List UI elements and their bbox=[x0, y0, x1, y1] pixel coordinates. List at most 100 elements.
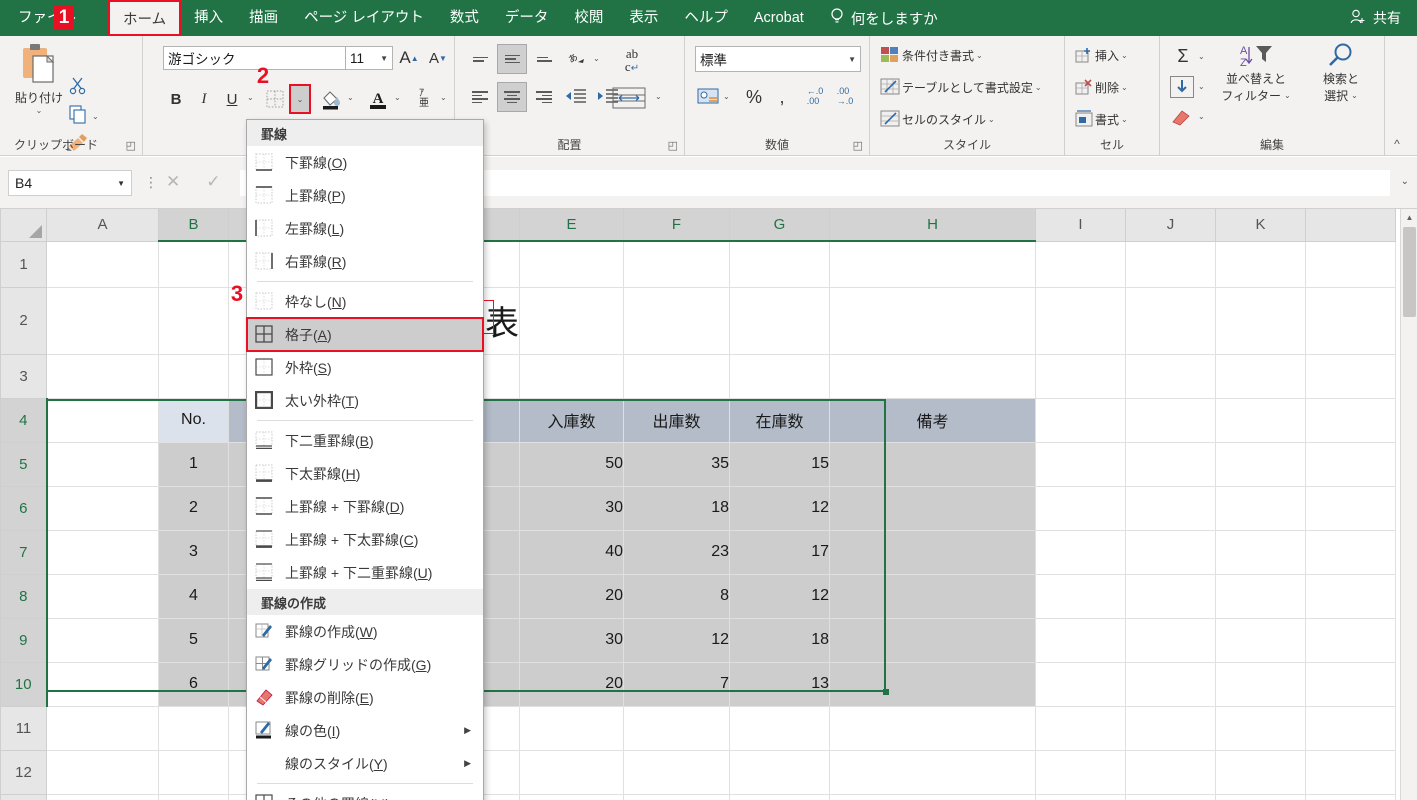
cell-A13[interactable] bbox=[46, 794, 159, 800]
cell-F7[interactable]: 23 bbox=[623, 530, 730, 575]
orientation-dropdown-chevron-icon[interactable]: ⌄ bbox=[593, 54, 600, 63]
cell-L9[interactable] bbox=[1305, 618, 1396, 663]
cell-E2[interactable] bbox=[519, 287, 624, 355]
column-header-G[interactable]: G bbox=[729, 209, 830, 242]
cell-B1[interactable] bbox=[158, 241, 229, 288]
cell-E1[interactable] bbox=[519, 241, 624, 288]
chevron-down-icon[interactable]: ▼ bbox=[117, 179, 125, 188]
cell-G4[interactable]: 在庫数 bbox=[729, 398, 830, 443]
chevron-down-icon[interactable]: ▼ bbox=[380, 54, 388, 63]
tab-help[interactable]: ヘルプ bbox=[671, 0, 741, 36]
italic-button[interactable]: I bbox=[191, 86, 217, 112]
cell-L7[interactable] bbox=[1305, 530, 1396, 575]
menu-item-border-top-bottom[interactable]: 上罫線 + 下罫線(D) bbox=[247, 490, 483, 523]
cell-K11[interactable] bbox=[1215, 706, 1306, 751]
cell-B7[interactable]: 3 bbox=[158, 530, 229, 575]
cell-K9[interactable] bbox=[1215, 618, 1306, 663]
cell-H13[interactable] bbox=[829, 794, 1036, 800]
tab-data[interactable]: データ bbox=[492, 0, 562, 36]
underline-button[interactable]: U bbox=[219, 86, 245, 112]
menu-item-border-bottom-thick[interactable]: 下太罫線(H) bbox=[247, 457, 483, 490]
tab-formulas[interactable]: 数式 bbox=[437, 0, 492, 36]
sort-filter-button[interactable]: A Z 並べ替えと フィルター ⌄ bbox=[1214, 42, 1298, 104]
cell-G12[interactable] bbox=[729, 750, 830, 795]
cell-I6[interactable] bbox=[1035, 486, 1126, 531]
cell-J4[interactable] bbox=[1125, 398, 1216, 443]
cell-L6[interactable] bbox=[1305, 486, 1396, 531]
cell-A1[interactable] bbox=[46, 241, 159, 288]
cell-K1[interactable] bbox=[1215, 241, 1306, 288]
number-format-combobox[interactable]: 標準 ▼ bbox=[695, 46, 861, 72]
cell-L10[interactable] bbox=[1305, 662, 1396, 707]
merge-dropdown-chevron-icon[interactable]: ⌄ bbox=[655, 92, 662, 101]
decrease-decimal-button[interactable]: .00 →.0 bbox=[831, 84, 859, 110]
cell-K10[interactable] bbox=[1215, 662, 1306, 707]
menu-item-erase-border[interactable]: 罫線の削除(E) bbox=[247, 681, 483, 714]
cell-A9[interactable] bbox=[46, 618, 159, 663]
cell-K4[interactable] bbox=[1215, 398, 1306, 443]
cell-E11[interactable] bbox=[519, 706, 624, 751]
cell-B12[interactable] bbox=[158, 750, 229, 795]
cell-K8[interactable] bbox=[1215, 574, 1306, 619]
menu-item-border-none[interactable]: 枠なし(N) bbox=[247, 285, 483, 318]
copy-button[interactable] bbox=[68, 104, 88, 124]
clipboard-dialog-launcher[interactable]: ◰ bbox=[126, 139, 136, 152]
cell-A11[interactable] bbox=[46, 706, 159, 751]
cell-I11[interactable] bbox=[1035, 706, 1126, 751]
chevron-down-icon[interactable]: ⌄ bbox=[976, 51, 983, 60]
vertical-scrollbar[interactable]: ▲ bbox=[1400, 209, 1417, 800]
cell-L4[interactable] bbox=[1305, 398, 1396, 443]
menu-item-border-bottom-double[interactable]: 下二重罫線(B) bbox=[247, 424, 483, 457]
cell-F12[interactable] bbox=[623, 750, 730, 795]
cell-B4[interactable]: No. bbox=[158, 398, 229, 443]
cell-H8[interactable] bbox=[829, 574, 1036, 619]
phonetic-guide-button[interactable]: ｱ亜 bbox=[411, 84, 437, 114]
cell-G6[interactable]: 12 bbox=[729, 486, 830, 531]
cell-F6[interactable]: 18 bbox=[623, 486, 730, 531]
chevron-down-icon[interactable]: ▼ bbox=[848, 55, 856, 64]
cell-B5[interactable]: 1 bbox=[158, 442, 229, 487]
copy-dropdown-chevron-icon[interactable]: ⌄ bbox=[92, 112, 99, 121]
tab-acrobat[interactable]: Acrobat bbox=[741, 0, 817, 36]
cell-A12[interactable] bbox=[46, 750, 159, 795]
cell-I10[interactable] bbox=[1035, 662, 1126, 707]
cell-I7[interactable] bbox=[1035, 530, 1126, 575]
conditional-formatting-button[interactable]: 条件付き書式 ⌄ bbox=[880, 46, 983, 64]
cell-K12[interactable] bbox=[1215, 750, 1306, 795]
font-size-combobox[interactable]: 11 ▼ bbox=[345, 46, 393, 70]
column-header-L[interactable] bbox=[1305, 209, 1396, 242]
menu-item-border-top[interactable]: 上罫線(P) bbox=[247, 179, 483, 212]
cell-G3[interactable] bbox=[729, 354, 830, 399]
cell-H10[interactable] bbox=[829, 662, 1036, 707]
cell-L8[interactable] bbox=[1305, 574, 1396, 619]
align-center-button[interactable] bbox=[497, 82, 527, 112]
cell-F10[interactable]: 7 bbox=[623, 662, 730, 707]
fill-down-button[interactable] bbox=[1170, 76, 1194, 98]
cell-J10[interactable] bbox=[1125, 662, 1216, 707]
menu-item-border-left[interactable]: 左罫線(L) bbox=[247, 212, 483, 245]
column-header-A[interactable]: A bbox=[46, 209, 159, 242]
tab-home[interactable]: ホーム bbox=[108, 0, 182, 36]
fill-color-dropdown-chevron-icon[interactable]: ⌄ bbox=[347, 93, 354, 102]
paste-button[interactable]: 貼り付け ⌄ bbox=[8, 42, 70, 115]
fill-color-button[interactable] bbox=[318, 86, 344, 112]
cell-A8[interactable] bbox=[46, 574, 159, 619]
chevron-down-icon[interactable]: ⌄ bbox=[1121, 83, 1128, 92]
cell-F2[interactable] bbox=[623, 287, 730, 355]
menu-item-border-top-bottom-double[interactable]: 上罫線 + 下二重罫線(U) bbox=[247, 556, 483, 589]
wrap-text-button[interactable]: ab c↵ bbox=[612, 44, 652, 76]
cell-H6[interactable] bbox=[829, 486, 1036, 531]
column-header-J[interactable]: J bbox=[1125, 209, 1216, 242]
cell-A6[interactable] bbox=[46, 486, 159, 531]
cell-B2[interactable] bbox=[158, 287, 229, 355]
borders-button[interactable] bbox=[262, 86, 288, 112]
cell-I12[interactable] bbox=[1035, 750, 1126, 795]
cell-F1[interactable] bbox=[623, 241, 730, 288]
font-color-dropdown-chevron-icon[interactable]: ⌄ bbox=[394, 93, 401, 102]
cell-J8[interactable] bbox=[1125, 574, 1216, 619]
cell-J7[interactable] bbox=[1125, 530, 1216, 575]
cell-E3[interactable] bbox=[519, 354, 624, 399]
cell-styles-button[interactable]: セルのスタイル ⌄ bbox=[880, 110, 995, 128]
align-top-button[interactable] bbox=[467, 46, 493, 72]
chevron-down-icon[interactable]: ⌄ bbox=[1035, 83, 1042, 92]
